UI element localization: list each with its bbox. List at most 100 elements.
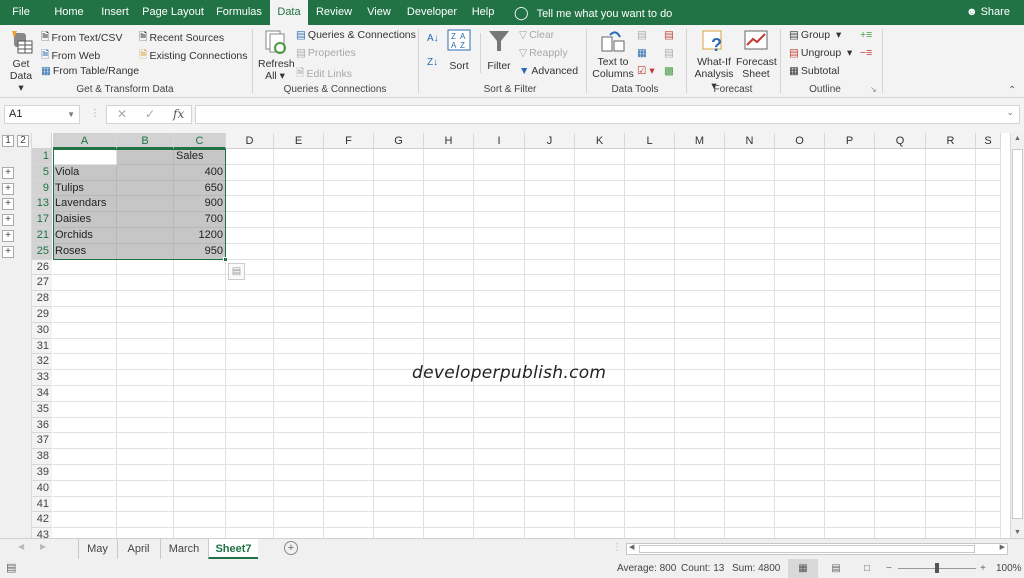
cell[interactable]: Orchids: [53, 228, 117, 244]
splitter-handle-icon[interactable]: ⋮: [612, 542, 622, 553]
cell[interactable]: [226, 512, 274, 529]
consolidate-button[interactable]: ▤: [664, 29, 674, 41]
cell[interactable]: [675, 338, 725, 355]
cell[interactable]: [374, 243, 424, 260]
cell[interactable]: [525, 417, 575, 434]
cell[interactable]: [174, 322, 226, 339]
cell[interactable]: [775, 512, 825, 529]
cell[interactable]: [374, 259, 424, 276]
cell[interactable]: [625, 196, 675, 213]
cell[interactable]: 650: [174, 180, 226, 197]
row-header[interactable]: 26: [32, 259, 52, 276]
cell[interactable]: [474, 291, 525, 307]
fill-handle[interactable]: [223, 256, 228, 262]
cell[interactable]: [575, 149, 625, 165]
cell[interactable]: [875, 149, 926, 165]
cell[interactable]: [725, 307, 775, 323]
outline-level-2-button[interactable]: 2: [17, 135, 29, 147]
edit-links-button[interactable]: 🗎 Edit Links: [296, 65, 352, 83]
quick-analysis-icon[interactable]: ▤: [228, 263, 245, 280]
cell[interactable]: [53, 480, 117, 497]
cell[interactable]: [976, 243, 1001, 260]
cell[interactable]: [324, 259, 374, 276]
column-header-d[interactable]: D: [226, 133, 274, 149]
manage-data-model-button[interactable]: ▩: [664, 65, 674, 77]
cell[interactable]: [474, 275, 525, 292]
cell[interactable]: [775, 180, 825, 197]
cell[interactable]: [976, 417, 1001, 434]
scroll-right-icon[interactable]: ▶: [1000, 543, 1005, 551]
cell[interactable]: [274, 370, 324, 386]
cell[interactable]: [274, 512, 324, 529]
column-header-e[interactable]: E: [274, 133, 324, 149]
cell[interactable]: [725, 480, 775, 497]
cell[interactable]: [825, 196, 875, 213]
cell[interactable]: [174, 291, 226, 307]
column-header-p[interactable]: P: [825, 133, 875, 149]
cell[interactable]: [875, 354, 926, 371]
cell[interactable]: Daisies: [53, 212, 117, 228]
row-header[interactable]: 41: [32, 496, 52, 513]
cell[interactable]: [525, 496, 575, 513]
zoom-level[interactable]: 100%: [996, 559, 1022, 578]
cell[interactable]: [976, 512, 1001, 529]
cell[interactable]: [675, 164, 725, 181]
cell[interactable]: [976, 338, 1001, 355]
tab-developer[interactable]: Developer: [406, 0, 458, 25]
cell[interactable]: [976, 449, 1001, 465]
horizontal-scrollbar[interactable]: ◀ ▶: [626, 543, 1008, 555]
cell[interactable]: [725, 512, 775, 529]
cell[interactable]: [424, 480, 474, 497]
cell[interactable]: [725, 228, 775, 244]
cell[interactable]: [575, 480, 625, 497]
cell[interactable]: [226, 354, 274, 371]
cell[interactable]: [976, 228, 1001, 244]
cell[interactable]: [976, 212, 1001, 228]
cell[interactable]: [174, 449, 226, 465]
cancel-icon[interactable]: ✕: [117, 106, 127, 123]
cell[interactable]: [976, 496, 1001, 513]
cell[interactable]: 950: [174, 243, 226, 260]
cell[interactable]: [575, 212, 625, 228]
cell[interactable]: [324, 386, 374, 402]
cell[interactable]: [926, 465, 976, 481]
cell[interactable]: [374, 386, 424, 402]
row-header[interactable]: 21: [32, 228, 52, 244]
column-header-m[interactable]: M: [675, 133, 725, 149]
cell[interactable]: [424, 243, 474, 260]
column-header-o[interactable]: O: [775, 133, 825, 149]
cell[interactable]: [725, 401, 775, 418]
cell[interactable]: [875, 449, 926, 465]
cell[interactable]: [324, 307, 374, 323]
cell[interactable]: [117, 164, 174, 181]
cell[interactable]: [976, 354, 1001, 371]
cell[interactable]: [976, 465, 1001, 481]
cell[interactable]: [424, 228, 474, 244]
cell[interactable]: [324, 275, 374, 292]
prev-sheet-icon[interactable]: ◀: [18, 542, 24, 551]
cell[interactable]: [424, 449, 474, 465]
cell[interactable]: [525, 180, 575, 197]
scroll-left-icon[interactable]: ◀: [629, 543, 634, 551]
cell[interactable]: [625, 401, 675, 418]
cell[interactable]: 900: [174, 196, 226, 213]
expand-group-button[interactable]: +: [2, 198, 14, 211]
filter-button[interactable]: Filter: [485, 29, 513, 72]
cell[interactable]: [474, 417, 525, 434]
page-break-view-button[interactable]: □: [857, 559, 877, 578]
cell[interactable]: [875, 212, 926, 228]
row-header[interactable]: 42: [32, 512, 52, 529]
cell[interactable]: [226, 338, 274, 355]
cell[interactable]: [926, 449, 976, 465]
cell[interactable]: [875, 386, 926, 402]
cell[interactable]: [525, 401, 575, 418]
cell[interactable]: [226, 243, 274, 260]
cell[interactable]: [625, 164, 675, 181]
cell[interactable]: [725, 370, 775, 386]
cell[interactable]: [274, 259, 324, 276]
cell[interactable]: [775, 322, 825, 339]
row-header[interactable]: 13: [32, 196, 52, 213]
cell[interactable]: [775, 228, 825, 244]
cell[interactable]: [226, 149, 274, 165]
cell[interactable]: [926, 370, 976, 386]
